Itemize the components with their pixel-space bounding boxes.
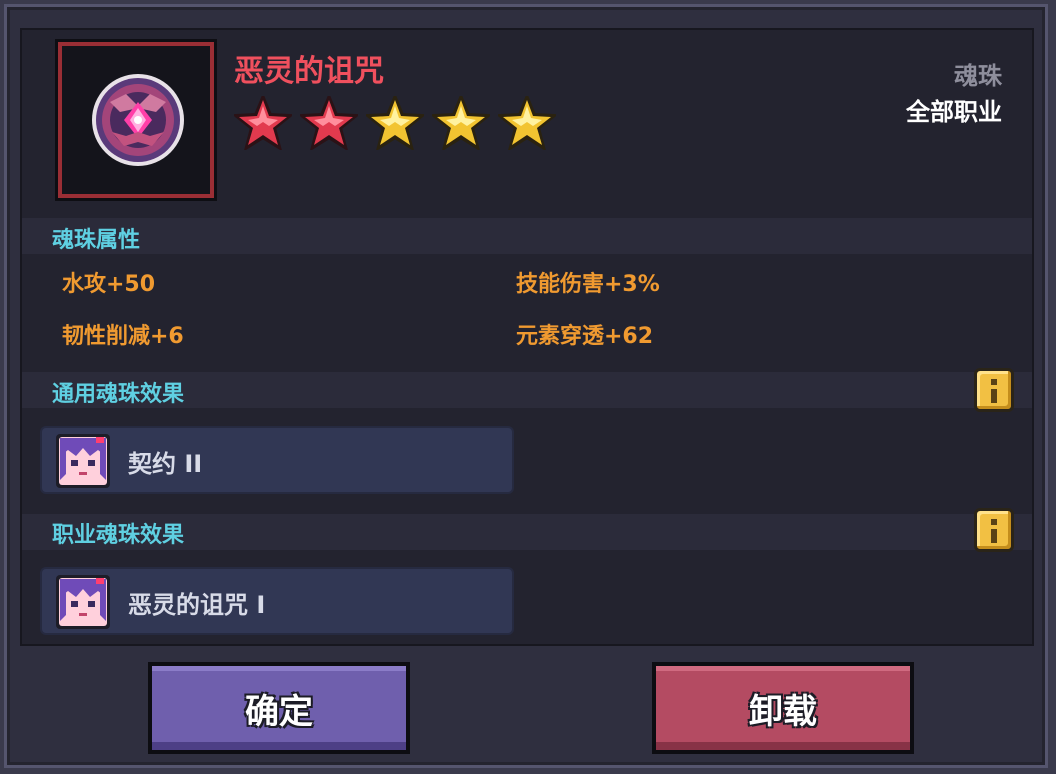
attribute-skill-damage: 技能伤害+3% xyxy=(516,272,660,297)
class-effect-section-title: 职业魂珠效果 xyxy=(52,523,185,548)
character-portrait-icon xyxy=(56,575,110,629)
general-effect-card[interactable]: 契约 II xyxy=(40,426,514,494)
star-icon xyxy=(498,96,556,150)
attribute-toughness-reduction: 韧性削减+6 xyxy=(62,324,184,349)
class-restriction: 全部职业 xyxy=(906,98,1002,126)
attribute-element-penetration: 元素穿透+62 xyxy=(516,324,654,349)
confirm-button-label: 确定 xyxy=(245,691,313,732)
star-icon xyxy=(300,96,358,150)
unload-button[interactable]: 卸载 xyxy=(652,662,914,754)
info-icon[interactable] xyxy=(974,508,1014,552)
item-type: 魂珠 xyxy=(954,62,1002,90)
attribute-water-attack: 水攻+50 xyxy=(62,272,156,297)
attributes-section-title: 魂珠属性 xyxy=(52,228,141,253)
class-effect-card[interactable]: 恶灵的诅咒 I xyxy=(40,567,514,635)
general-effect-label: 契约 II xyxy=(128,450,203,478)
star-icon xyxy=(234,96,292,150)
star-icon xyxy=(432,96,490,150)
star-icon xyxy=(366,96,424,150)
attributes-section-header xyxy=(22,218,1032,254)
character-portrait-icon xyxy=(56,434,110,488)
soul-orb-icon xyxy=(90,72,186,168)
star-rating xyxy=(234,96,556,150)
confirm-button[interactable]: 确定 xyxy=(148,662,410,754)
item-name: 恶灵的诅咒 xyxy=(234,54,384,89)
class-effect-label: 恶灵的诅咒 I xyxy=(128,591,266,619)
info-icon[interactable] xyxy=(974,368,1014,412)
general-effect-section-title: 通用魂珠效果 xyxy=(52,382,185,407)
unload-button-label: 卸载 xyxy=(749,691,817,732)
